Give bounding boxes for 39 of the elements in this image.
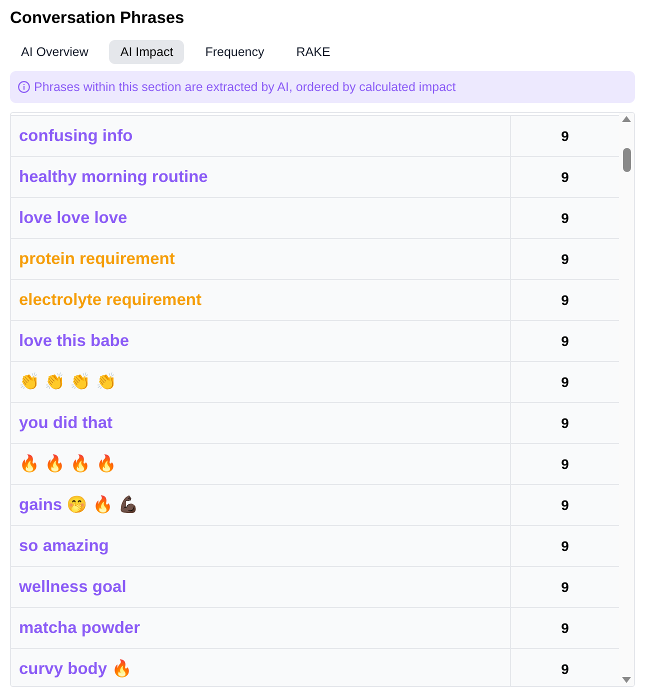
tab[interactable]: RAKE bbox=[285, 40, 342, 64]
phrase-text: love love love bbox=[19, 208, 128, 229]
score-text: 9 bbox=[561, 126, 569, 146]
phrase-text: 🔥 🔥 🔥 🔥 bbox=[19, 453, 117, 475]
score-text: 9 bbox=[561, 618, 569, 638]
tab[interactable]: Frequency bbox=[194, 40, 276, 64]
scrollbar[interactable] bbox=[619, 113, 634, 686]
score-text: 9 bbox=[561, 414, 569, 432]
info-text: Phrases within this section are extracted by AI, ordered by calculated impact bbox=[34, 78, 456, 96]
score-text: 9 bbox=[561, 372, 569, 392]
phrase-text: electrolyte requirement bbox=[19, 290, 202, 311]
score-text: 9 bbox=[561, 208, 569, 228]
score-text: 9 bbox=[561, 290, 569, 310]
tab[interactable]: AI Overview bbox=[10, 40, 100, 64]
phrase-text: wellness goal bbox=[19, 576, 126, 598]
score-text: 9 bbox=[561, 332, 569, 350]
scroll-down-arrow-icon[interactable] bbox=[622, 677, 631, 683]
scrollbar-thumb[interactable] bbox=[622, 148, 630, 172]
score-text: 9 bbox=[561, 578, 569, 596]
phrase-text: matcha powder bbox=[19, 618, 140, 639]
phrase-text: curvy body 🔥 bbox=[19, 658, 133, 680]
info-icon bbox=[18, 81, 30, 93]
phrase-text: confusing info bbox=[19, 126, 133, 147]
score-text: 9 bbox=[561, 454, 569, 474]
score-text: 9 bbox=[561, 660, 569, 678]
phrase-text: healthy morning routine bbox=[19, 166, 208, 188]
scroll-up-arrow-icon[interactable] bbox=[622, 116, 631, 122]
phrase-text: 👏 👏 👏 👏 bbox=[19, 372, 117, 393]
section-title: Conversation Phrases bbox=[10, 8, 184, 29]
tab[interactable]: AI Impact bbox=[109, 40, 184, 64]
score-text: 9 bbox=[561, 168, 569, 186]
phrase-text: so amazing bbox=[19, 536, 109, 557]
score-text: 9 bbox=[561, 496, 569, 514]
phrase-text: you did that bbox=[19, 412, 112, 434]
phrase-text: love this babe bbox=[19, 330, 130, 352]
score-text: 9 bbox=[561, 250, 569, 268]
phrase-text: gains 🤭 🔥 💪🏿 bbox=[19, 494, 139, 516]
score-text: 9 bbox=[561, 536, 569, 556]
phrase-text: protein requirement bbox=[19, 248, 175, 270]
